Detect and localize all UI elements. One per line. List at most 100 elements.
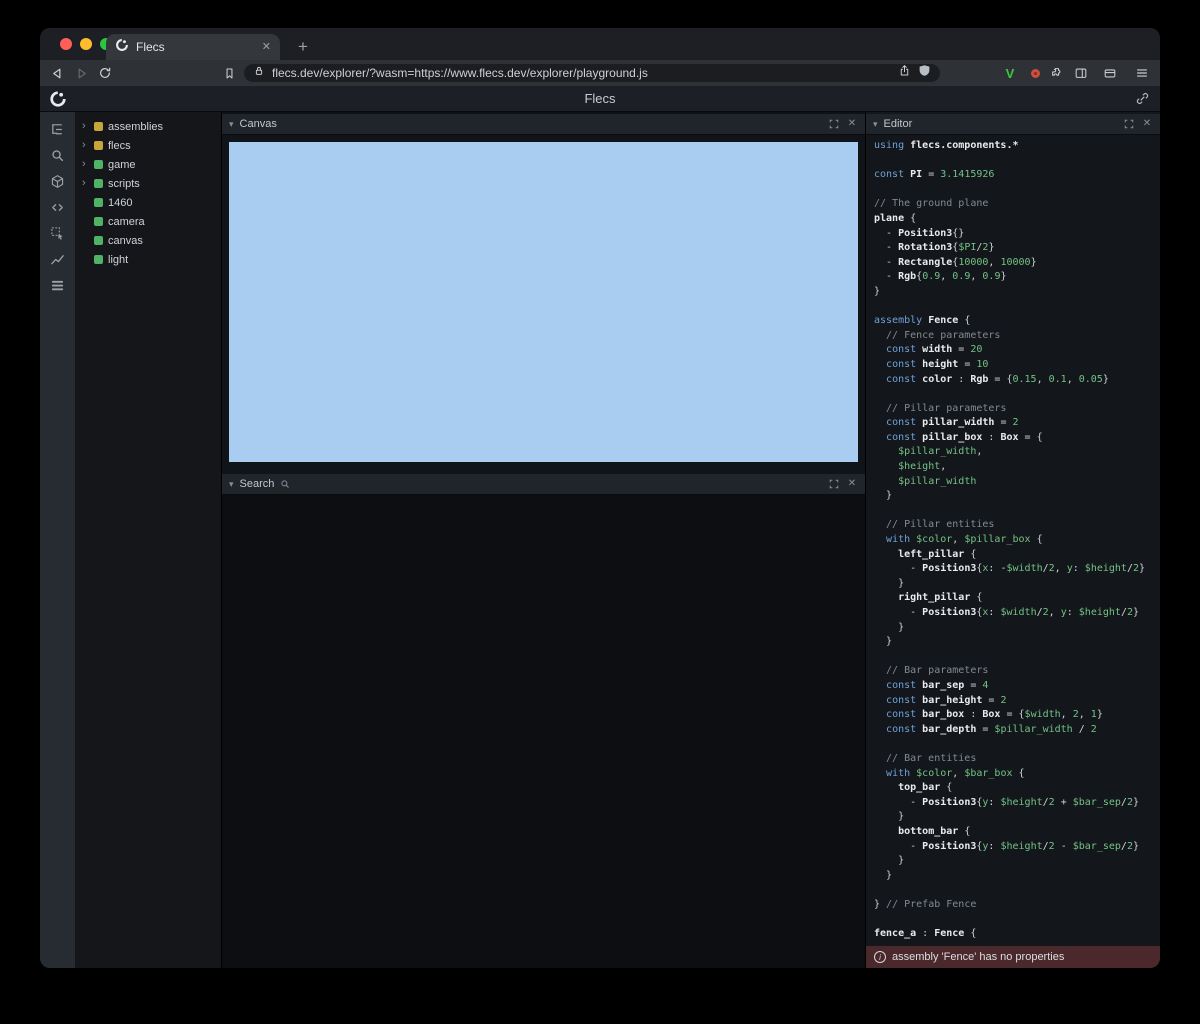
code-line: - Rectangle{10000, 10000} xyxy=(874,256,1152,271)
back-button[interactable] xyxy=(48,64,66,82)
close-panel-icon[interactable]: ✕ xyxy=(846,478,858,490)
code-line: const pillar_box : Box = { xyxy=(874,431,1152,446)
code-line: assembly Fence { xyxy=(874,314,1152,329)
code-line: - Rgb{0.9, 0.9, 0.9} xyxy=(874,270,1152,285)
code-line: const bar_box : Box = {$width, 2, 1} xyxy=(874,708,1152,723)
forward-button[interactable] xyxy=(72,64,90,82)
code-line xyxy=(874,737,1152,752)
code-line: // Fence parameters xyxy=(874,329,1152,344)
search-icon[interactable] xyxy=(49,146,67,164)
brave-shield-icon[interactable] xyxy=(918,64,931,82)
code-line: } // Prefab Fence xyxy=(874,898,1152,913)
close-window-button[interactable] xyxy=(60,38,72,50)
tree-item-assemblies[interactable]: › assemblies xyxy=(75,117,221,136)
extension-dot-icon[interactable] xyxy=(1026,64,1044,82)
info-icon: i xyxy=(874,951,886,963)
code-line xyxy=(874,504,1152,519)
close-panel-icon[interactable]: ✕ xyxy=(1141,118,1153,130)
tree-item-label: scripts xyxy=(108,178,140,190)
tree-item-label: assemblies xyxy=(108,121,163,133)
close-panel-icon[interactable]: ✕ xyxy=(846,118,858,130)
tree-item-canvas[interactable]: canvas xyxy=(75,231,221,250)
stats-icon[interactable] xyxy=(49,250,67,268)
expand-arrow-icon[interactable]: › xyxy=(82,178,89,189)
share-icon[interactable] xyxy=(898,64,911,82)
extension-v-icon[interactable]: V xyxy=(1001,64,1019,82)
code-line xyxy=(874,300,1152,315)
icon-rail xyxy=(40,112,75,968)
queries-icon[interactable] xyxy=(49,276,67,294)
tab-close-icon[interactable]: ✕ xyxy=(262,42,271,53)
expand-arrow-icon[interactable]: › xyxy=(82,159,89,170)
url-text[interactable]: flecs.dev/explorer/?wasm=https://www.fle… xyxy=(272,66,891,80)
tab-strip: Flecs ✕ + xyxy=(40,28,1160,60)
code-line: const color : Rgb = {0.15, 0.1, 0.05} xyxy=(874,373,1152,388)
tree-item-game[interactable]: ›game xyxy=(75,155,221,174)
tree-item-label: flecs xyxy=(108,140,131,152)
expand-arrow-icon[interactable]: › xyxy=(82,121,89,132)
browser-toolbar: flecs.dev/explorer/?wasm=https://www.fle… xyxy=(40,60,1160,86)
canvas-panel-body xyxy=(222,135,865,474)
extensions-puzzle-icon[interactable] xyxy=(1048,64,1066,82)
share-link-icon[interactable] xyxy=(1135,91,1150,111)
tree-item-scripts[interactable]: › scripts xyxy=(75,174,221,193)
wallet-icon[interactable] xyxy=(1101,64,1119,82)
chevron-down-icon[interactable]: ▾ xyxy=(229,120,234,129)
app-header: Flecs xyxy=(40,86,1160,112)
expand-panel-icon[interactable] xyxy=(828,118,840,130)
code-line: // Pillar parameters xyxy=(874,402,1152,417)
entity-tree-icon[interactable] xyxy=(49,120,67,138)
tree-item-flecs[interactable]: › flecs xyxy=(75,136,221,155)
tree-item-label: camera xyxy=(108,216,145,228)
lock-icon[interactable] xyxy=(253,64,265,82)
center-column: ▾ Canvas ✕ ▾ Search xyxy=(222,112,866,968)
browser-tab[interactable]: Flecs ✕ xyxy=(106,34,280,60)
tree-item-light[interactable]: light xyxy=(75,250,221,269)
main-content: ›assemblies›flecs›game›scripts1460camera… xyxy=(40,112,1160,968)
inspect-icon[interactable] xyxy=(49,224,67,242)
editor-panel-header: ▾ Editor ✕ xyxy=(866,114,1160,135)
tree-item-1460[interactable]: 1460 xyxy=(75,193,221,212)
reload-button[interactable] xyxy=(96,64,114,82)
code-line xyxy=(874,650,1152,665)
code-line: const bar_height = 2 xyxy=(874,694,1152,709)
minimize-window-button[interactable] xyxy=(80,38,92,50)
code-content[interactable]: using flecs.components.* const PI = 3.14… xyxy=(866,135,1160,946)
tree-item-label: canvas xyxy=(108,235,143,247)
chevron-down-icon[interactable]: ▾ xyxy=(873,120,878,129)
code-line: - Position3{x: -$width/2, y: $height/2} xyxy=(874,562,1152,577)
code-line: } xyxy=(874,854,1152,869)
expand-panel-icon[interactable] xyxy=(1123,118,1135,130)
code-line xyxy=(874,912,1152,927)
code-icon[interactable] xyxy=(49,198,67,216)
code-line: // Bar parameters xyxy=(874,664,1152,679)
entity-type-icon xyxy=(94,141,103,150)
code-line: $height, xyxy=(874,460,1152,475)
code-line: const width = 20 xyxy=(874,343,1152,358)
code-line: - Position3{x: $width/2, y: $height/2} xyxy=(874,606,1152,621)
code-line: - Position3{y: $height/2 - $bar_sep/2} xyxy=(874,840,1152,855)
bookmark-icon[interactable] xyxy=(220,64,238,82)
tree-item-label: 1460 xyxy=(108,197,132,209)
expand-panel-icon[interactable] xyxy=(828,478,840,490)
code-line: } xyxy=(874,810,1152,825)
expand-arrow-icon[interactable]: › xyxy=(82,140,89,151)
search-panel-body xyxy=(222,495,865,968)
tree-item-camera[interactable]: camera xyxy=(75,212,221,231)
chevron-down-icon[interactable]: ▾ xyxy=(229,480,234,489)
code-line: } xyxy=(874,869,1152,884)
code-line: top_bar { xyxy=(874,781,1152,796)
url-bar[interactable]: flecs.dev/explorer/?wasm=https://www.fle… xyxy=(244,64,940,82)
entities-icon[interactable] xyxy=(49,172,67,190)
code-line xyxy=(874,387,1152,402)
sidebar-panel-icon[interactable] xyxy=(1072,64,1090,82)
code-line: } xyxy=(874,635,1152,650)
menu-icon[interactable] xyxy=(1133,64,1151,82)
code-line xyxy=(874,154,1152,169)
canvas-viewport[interactable] xyxy=(229,142,858,462)
code-line: } xyxy=(874,489,1152,504)
code-line: const height = 10 xyxy=(874,358,1152,373)
editor-panel-title: Editor xyxy=(884,118,913,130)
new-tab-button[interactable]: + xyxy=(292,36,314,58)
entity-type-icon xyxy=(94,255,103,264)
